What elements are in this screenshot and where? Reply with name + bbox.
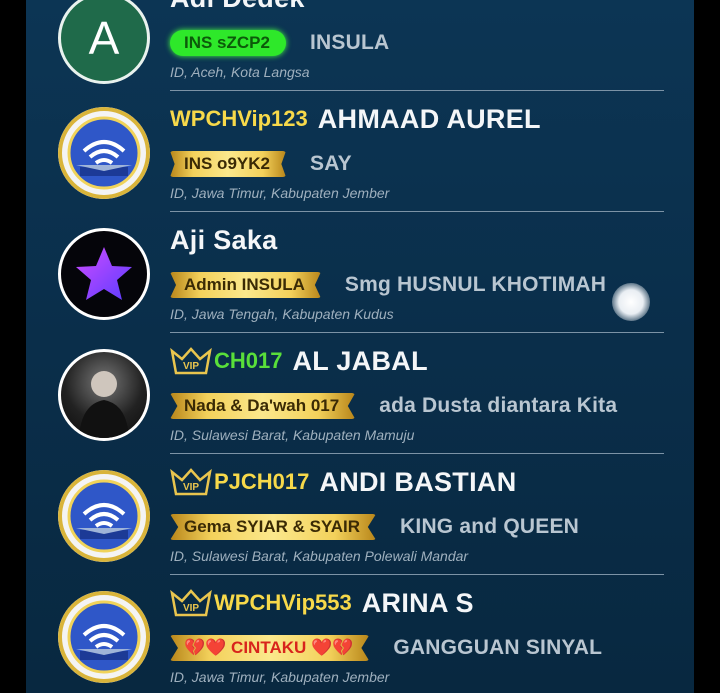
member-info: Aji Saka Admin INSULA Smg HUSNUL KHOTIMA… (170, 218, 664, 339)
vip-crown-icon: VIP (170, 347, 212, 375)
member-location: ID, Sulawesi Barat, Kabupaten Polewali M… (170, 548, 469, 564)
insula-logo-icon (58, 107, 150, 199)
avatar[interactable]: A (58, 0, 150, 84)
member-info: VIP WPCHVip553 ARINA S 💔❤️ CINTAKU ❤️💔 G… (170, 581, 664, 693)
avatar[interactable] (58, 591, 150, 683)
member-badge: INS o9YK2 (170, 151, 286, 177)
member-badge-line: 💔❤️ CINTAKU ❤️💔 GANGGUAN SINYAL (170, 632, 602, 664)
member-name: Adi Dedek (170, 0, 305, 14)
member-name: ANDI BASTIAN (319, 466, 517, 497)
member-status: INSULA (309, 31, 390, 54)
divider (170, 332, 664, 333)
member-badge: Nada & Da'wah 017 (170, 393, 356, 419)
avatar[interactable] (58, 349, 150, 441)
list-item[interactable]: VIP PJCH017 ANDI BASTIAN Gema SYIAR & SY… (26, 460, 694, 581)
member-title-line: VIP PJCH017 ANDI BASTIAN (170, 466, 517, 498)
list-item[interactable]: A Adi Dedek INS sZCP2 INSULA ID, Aceh, K… (26, 0, 694, 97)
member-badge: INS sZCP2 (170, 30, 286, 56)
member-prefix: WPCHVip553 (214, 590, 352, 615)
member-prefix: WPCHVip123 (170, 106, 308, 131)
member-name: Aji Saka (170, 224, 278, 255)
member-location: ID, Aceh, Kota Langsa (170, 64, 310, 80)
member-info: WPCHVip123 AHMAAD AUREL INS o9YK2 SAY ID… (170, 97, 664, 218)
member-info: Adi Dedek INS sZCP2 INSULA ID, Aceh, Kot… (170, 0, 664, 97)
person-photo-icon (79, 371, 129, 438)
member-prefix: PJCH017 (214, 469, 310, 494)
vip-label: VIP (183, 361, 199, 372)
avatar[interactable] (58, 470, 150, 562)
divider (170, 90, 664, 91)
member-location: ID, Sulawesi Barat, Kabupaten Mamuju (170, 427, 415, 443)
avatar-letter: A (88, 12, 120, 64)
member-name: ARINA S (361, 587, 474, 618)
member-title-line: Aji Saka (170, 224, 277, 256)
member-name: AHMAAD AUREL (317, 103, 541, 134)
member-badge: 💔❤️ CINTAKU ❤️💔 (170, 635, 370, 661)
avatar[interactable] (58, 228, 150, 320)
vip-label: VIP (183, 482, 199, 493)
member-prefix: CH017 (214, 348, 283, 373)
list-item[interactable]: WPCHVip123 AHMAAD AUREL INS o9YK2 SAY ID… (26, 97, 694, 218)
vip-crown-icon: VIP (170, 468, 212, 496)
list-item[interactable]: VIP WPCHVip553 ARINA S 💔❤️ CINTAKU ❤️💔 G… (26, 581, 694, 693)
member-title-line: VIP CH017 AL JABAL (170, 345, 428, 377)
member-title-line: WPCHVip123 AHMAAD AUREL (170, 103, 541, 135)
vip-crown-icon: VIP (170, 589, 212, 617)
member-info: VIP PJCH017 ANDI BASTIAN Gema SYIAR & SY… (170, 460, 664, 581)
member-badge-line: INS sZCP2 INSULA (170, 27, 389, 59)
member-status: GANGGUAN SINYAL (393, 636, 603, 659)
member-badge: Admin INSULA (170, 272, 321, 298)
member-name: AL JABAL (292, 345, 428, 376)
member-title-line: VIP WPCHVip553 ARINA S (170, 587, 474, 619)
divider (170, 574, 664, 575)
member-badge-line: Admin INSULA Smg HUSNUL KHOTIMAH (170, 269, 606, 301)
avatar[interactable] (58, 107, 150, 199)
member-location: ID, Jawa Timur, Kabupaten Jember (170, 669, 390, 685)
member-location: ID, Jawa Timur, Kabupaten Jember (170, 185, 390, 201)
member-badge-line: Gema SYIAR & SYAIR KING and QUEEN (170, 511, 579, 543)
member-badge: Gema SYIAR & SYAIR (170, 514, 377, 540)
member-status: KING and QUEEN (400, 515, 580, 538)
list-item[interactable]: Aji Saka Admin INSULA Smg HUSNUL KHOTIMA… (26, 218, 694, 339)
member-location: ID, Jawa Tengah, Kabupaten Kudus (170, 306, 394, 322)
member-list-screen: A Adi Dedek INS sZCP2 INSULA ID, Aceh, K… (26, 0, 694, 693)
member-badge-line: Nada & Da'wah 017 ada Dusta diantara Kit… (170, 390, 617, 422)
star-icon (76, 247, 132, 300)
member-badge-line: INS o9YK2 SAY (170, 148, 352, 180)
vip-label: VIP (183, 603, 199, 614)
divider (170, 211, 664, 212)
insula-logo-icon (58, 591, 150, 683)
divider (170, 453, 664, 454)
touch-indicator (612, 283, 650, 321)
member-info: VIP CH017 AL JABAL Nada & Da'wah 017 ada… (170, 339, 664, 460)
insula-logo-icon (58, 470, 150, 562)
member-status: SAY (309, 152, 352, 175)
member-status: Smg HUSNUL KHOTIMAH (344, 273, 607, 296)
list-item[interactable]: VIP CH017 AL JABAL Nada & Da'wah 017 ada… (26, 339, 694, 460)
member-status: ada Dusta diantara Kita (379, 394, 618, 417)
member-title-line: Adi Dedek (170, 0, 305, 14)
